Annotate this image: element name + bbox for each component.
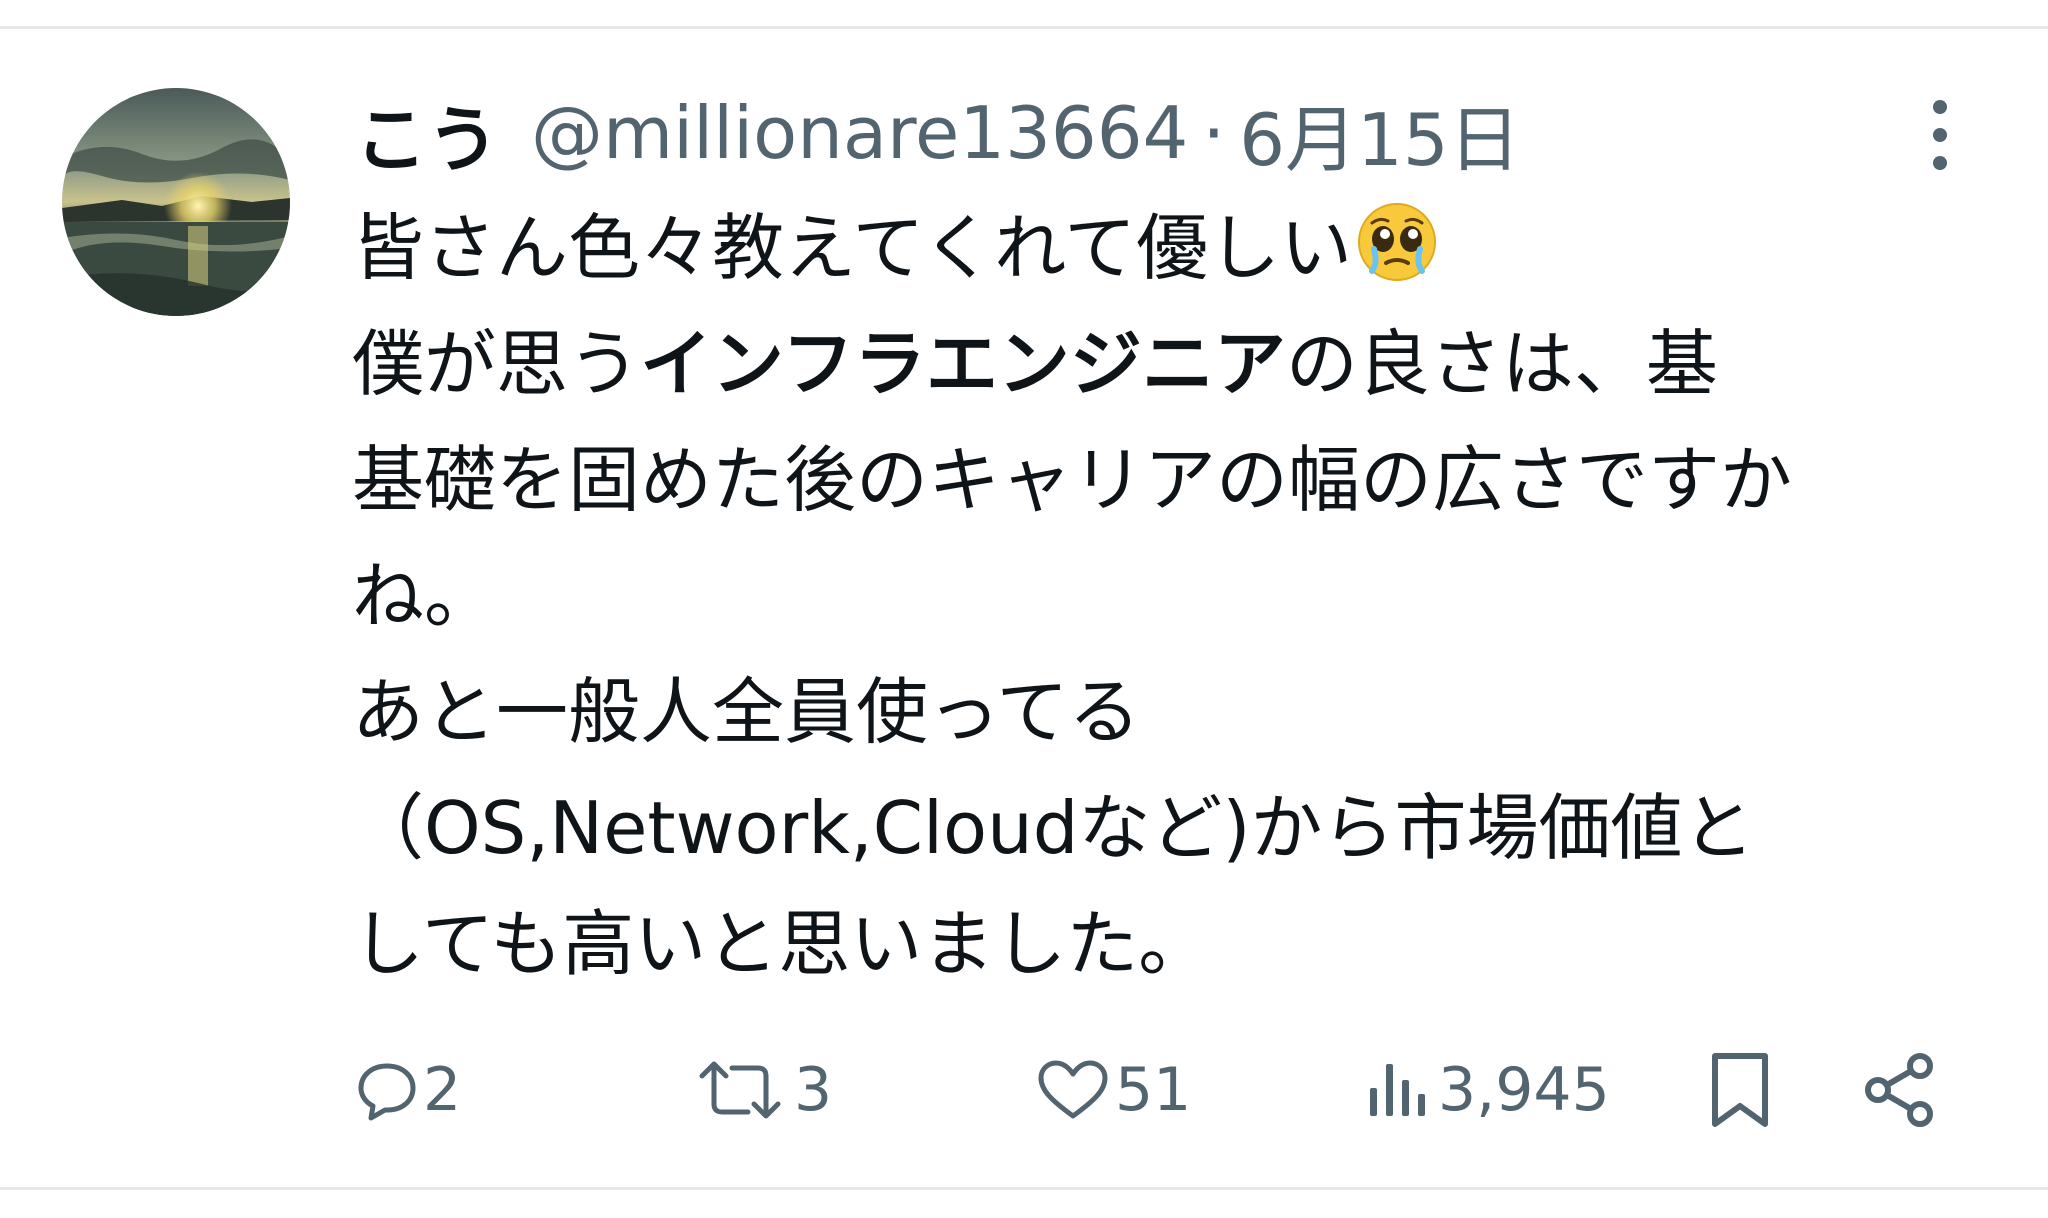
text-line-3: 基礎を固めた後のキャリアの幅の広さですか [352,438,1793,522]
text-line-7: しても高いと思いました。 [352,902,1211,986]
text-line-4: ね。 [352,554,497,638]
views-icon [1362,1058,1434,1122]
bookmark-button[interactable] [1705,1040,1775,1140]
action-bar: 2 3 51 3,945 [0,1040,2048,1140]
post-date[interactable]: 6月15日 [1239,81,1520,186]
views-button[interactable]: 3,945 [1362,1040,1610,1140]
bottom-divider [0,1187,2048,1190]
user-handle[interactable]: @millionare13664 [531,91,1188,175]
like-button[interactable]: 51 [1035,1040,1191,1140]
view-count: 3,945 [1438,1055,1610,1125]
text-line-2-before: 僕が思う [352,322,641,406]
pleading-face-emoji-icon [1356,200,1438,282]
text-line-5: あと一般人全員使ってる [352,670,1141,754]
share-icon [1860,1050,1940,1130]
separator-dot: · [1202,91,1226,175]
top-divider [0,26,2048,29]
text-line-6: （OS,Network,Cloudなど)から市場価値と [352,786,1755,870]
display-name[interactable]: こう [355,81,499,186]
like-icon [1035,1058,1111,1122]
repost-icon [690,1058,790,1122]
highlighted-term[interactable]: インフラエンジニア [640,322,1286,406]
repost-button[interactable]: 3 [690,1040,832,1140]
reply-icon [355,1058,419,1122]
text-line-1: 皆さん色々教えてくれて優しい [352,190,1992,306]
bookmark-icon [1705,1050,1775,1130]
repost-count: 3 [794,1055,833,1125]
share-button[interactable] [1860,1040,1940,1140]
post-header: こう @millionare13664 · 6月15日 [355,88,1521,182]
more-vertical-icon[interactable] [1920,95,1960,175]
reply-button[interactable]: 2 [355,1040,461,1140]
post-text: 皆さん色々教えてくれて優しい 僕が思うインフラエンジニアの良さは、基 基礎を固め… [352,190,1992,1002]
like-count: 51 [1115,1055,1192,1125]
avatar[interactable] [62,88,290,316]
reply-count: 2 [423,1055,462,1125]
text-line-1-text: 皆さん色々教えてくれて優しい [352,206,1353,290]
text-line-2-after: の良さは、基 [1285,322,1718,406]
text-line-2: 僕が思うインフラエンジニアの良さは、基 [352,306,1992,422]
